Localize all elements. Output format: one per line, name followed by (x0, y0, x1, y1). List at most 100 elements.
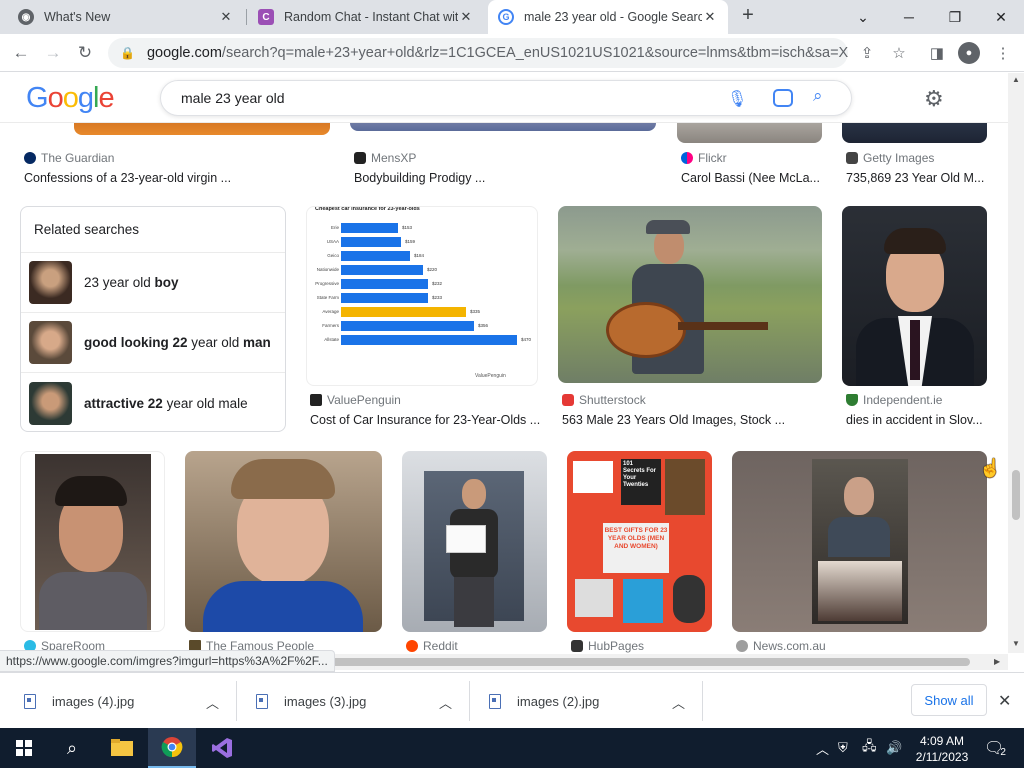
menu-icon[interactable]: ⋮ (992, 42, 1014, 64)
chart-thumb-label: State Farm (316, 295, 339, 300)
close-icon[interactable]: ✕ (218, 9, 234, 25)
reddit-icon (406, 640, 418, 652)
result-image[interactable] (74, 123, 330, 135)
chart-thumb-bar (341, 307, 466, 317)
download-item[interactable]: images (2).jpg (489, 673, 599, 729)
chart-thumb-label: Nationwide (316, 267, 339, 272)
profile-avatar[interactable]: ● (958, 42, 980, 64)
scrollbar-thumb[interactable] (1012, 470, 1020, 520)
result-image[interactable] (558, 206, 822, 383)
shutterstock-icon (562, 394, 574, 406)
show-all-button[interactable]: Show all (911, 684, 987, 716)
tab-random-chat[interactable]: C Random Chat - Instant Chat with ✕ (248, 0, 484, 34)
notification-icon[interactable]: 🗨 2 (984, 728, 1006, 768)
result-image[interactable] (842, 123, 987, 143)
chart-thumb-value: $470 (521, 337, 532, 342)
related-search-item[interactable]: attractive 22 year old male (21, 373, 285, 433)
windows-start-icon[interactable] (0, 728, 48, 768)
flickr-icon (681, 152, 693, 164)
scroll-up-icon[interactable]: ▲ (1012, 75, 1020, 84)
network-icon[interactable]: 🖧 (862, 728, 877, 768)
bookmark-star-icon[interactable]: ☆ (888, 42, 910, 64)
system-clock[interactable]: 4:09 AM 2/11/2023 (912, 733, 972, 765)
tray-chevron-icon[interactable]: ︿ (816, 728, 829, 768)
chevron-up-icon[interactable]: ︿ (439, 693, 452, 712)
result-source[interactable]: The Guardian (24, 151, 114, 165)
hand-cursor-icon: ☝ (979, 458, 1002, 478)
share-icon[interactable]: ⇪ (856, 42, 878, 64)
result-caption[interactable]: 735,869 23 Year Old M... (846, 171, 991, 185)
result-image[interactable] (732, 451, 987, 632)
result-source[interactable]: Flickr (681, 151, 727, 165)
scroll-down-icon[interactable]: ▼ (1012, 639, 1020, 648)
tab-strip: ◉ What's New ✕ C Random Chat - Instant C… (0, 0, 1024, 34)
close-icon[interactable]: ✕ (998, 691, 1011, 711)
search-icon[interactable]: ⌕ (813, 86, 823, 106)
lock-icon[interactable]: 🔒 (120, 46, 135, 60)
result-image[interactable] (842, 206, 987, 386)
file-explorer-icon[interactable] (98, 728, 146, 768)
related-search-item[interactable]: good looking 22 year old man (21, 313, 285, 373)
scrollbar-thumb[interactable] (330, 658, 970, 666)
tab-search-icon[interactable]: ⌄ (840, 0, 886, 34)
vertical-scrollbar[interactable]: ▲ ▼ (1008, 73, 1024, 653)
close-window-button[interactable]: ✕ (978, 0, 1024, 34)
result-source[interactable]: Reddit (406, 639, 458, 653)
address-bar[interactable]: 🔒 google.com/search?q=male+23+year+old&r… (108, 38, 848, 68)
result-source[interactable]: News.com.au (736, 639, 826, 653)
security-icon[interactable]: ⛨ (838, 728, 848, 768)
back-button[interactable]: ← (8, 41, 34, 65)
volume-icon[interactable]: 🔊 (886, 728, 902, 768)
result-caption[interactable]: Bodybuilding Prodigy ... (354, 171, 654, 185)
visual-studio-icon[interactable] (198, 728, 246, 768)
independent-icon (846, 394, 858, 406)
search-icon[interactable]: ⌕ (48, 728, 96, 768)
result-caption[interactable]: dies in accident in Slov... (846, 413, 991, 427)
related-search-item[interactable]: 23 year old boy (21, 253, 285, 313)
result-source[interactable]: Independent.ie (846, 393, 942, 407)
tab-whats-new[interactable]: ◉ What's New ✕ (8, 0, 244, 34)
google-header: Google male 23 year old 🎙 ⌕ ⚙ (0, 73, 1008, 123)
result-caption[interactable]: Carol Bassi (Nee McLa... (681, 171, 826, 185)
gift-book-number: 101 (623, 461, 634, 467)
google-logo[interactable]: Google (26, 82, 115, 115)
file-image-icon (489, 693, 501, 709)
chevron-up-icon[interactable]: ︿ (206, 693, 219, 712)
result-image[interactable] (677, 123, 822, 143)
result-image[interactable] (402, 451, 547, 632)
chart-thumb-value: $153 (402, 225, 413, 230)
result-image[interactable]: 101 Secrets For Your Twenties BEST GIFTS … (567, 451, 712, 632)
new-tab-button[interactable]: + (736, 4, 760, 27)
result-source[interactable]: ValuePenguin (310, 393, 401, 407)
result-image-chart[interactable]: Cheapest car insurance for 23-year-olds … (306, 206, 538, 386)
search-box[interactable]: male 23 year old 🎙 ⌕ (160, 80, 852, 116)
microphone-icon[interactable]: 🎙 (727, 89, 747, 109)
result-source[interactable]: MensXP (354, 151, 416, 165)
chart-thumb-value: $335 (470, 309, 481, 314)
scroll-right-icon[interactable]: ▶ (994, 657, 1000, 666)
download-item[interactable]: images (4).jpg (24, 673, 134, 729)
result-caption[interactable]: 563 Male 23 Years Old Images, Stock ... (562, 413, 822, 427)
tab-google-search[interactable]: G male 23 year old - Google Searc ✕ (488, 0, 728, 34)
close-icon[interactable]: ✕ (458, 9, 474, 25)
download-item[interactable]: images (3).jpg (256, 673, 366, 729)
result-image[interactable] (350, 123, 656, 131)
result-source[interactable]: HubPages (571, 639, 644, 653)
minimize-button[interactable]: ─ (886, 0, 932, 34)
result-image[interactable] (20, 451, 165, 632)
restore-button[interactable]: ❐ (932, 0, 978, 34)
search-input[interactable]: male 23 year old (181, 90, 285, 106)
result-caption[interactable]: Confessions of a 23-year-old virgin ... (24, 171, 324, 185)
side-panel-icon[interactable]: ◨ (926, 42, 948, 64)
result-source[interactable]: Shutterstock (562, 393, 646, 407)
reload-button[interactable]: ↻ (72, 41, 98, 65)
forward-button[interactable]: → (40, 41, 66, 65)
settings-gear-icon[interactable]: ⚙ (924, 86, 944, 112)
result-image[interactable] (185, 451, 382, 632)
camera-lens-icon[interactable] (773, 89, 793, 107)
chevron-up-icon[interactable]: ︿ (672, 693, 685, 712)
chrome-taskbar-icon[interactable] (148, 728, 196, 768)
result-caption[interactable]: Cost of Car Insurance for 23-Year-Olds .… (310, 413, 542, 427)
close-icon[interactable]: ✕ (702, 9, 718, 25)
result-source[interactable]: Getty Images (846, 151, 934, 165)
